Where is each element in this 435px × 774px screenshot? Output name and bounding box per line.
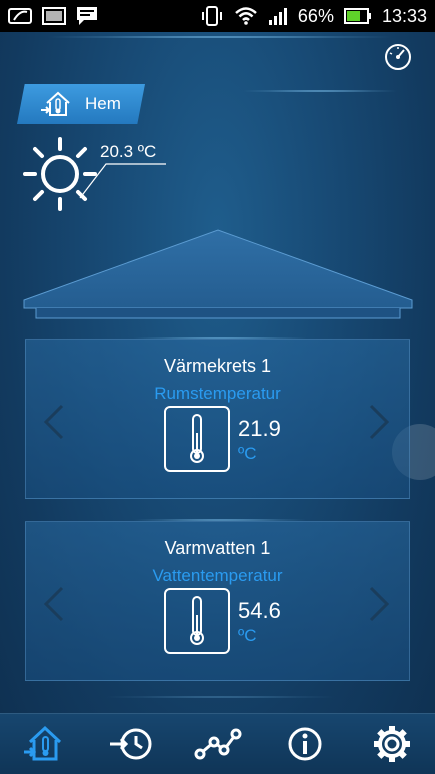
outdoor-temperature: 20.3 ºC [100,142,157,161]
thermometer-icon [190,414,204,463]
nav-statistics[interactable] [193,719,243,769]
settings-icon [373,726,410,762]
wifi-icon [234,6,258,26]
vibrate-icon [200,6,224,26]
heating-circuit-panel[interactable]: Värmekrets 1 Rumstemperatur 21.9 ºC [25,339,410,499]
status-bar-time: 13:33 [381,5,427,26]
leaf-icon [8,6,32,26]
nav-history[interactable] [106,719,156,769]
nav-home[interactable] [19,719,69,769]
panel-title: Varmvatten 1 [164,538,271,558]
home-tab[interactable]: Hem [17,84,145,124]
nav-info[interactable] [280,719,330,769]
gauge-button[interactable] [383,42,413,72]
history-icon [109,728,151,760]
chevron-right-icon[interactable] [367,586,391,622]
glow-line [100,696,340,698]
home-thermometer-icon [41,91,70,116]
info-icon [288,727,321,761]
panel-subtitle: Rumstemperatur [154,384,281,403]
status-bar-right: 66% 13:33 [200,6,427,27]
glow-line [40,36,400,38]
temperature-unit: ºC [238,444,257,463]
graph-icon [194,728,241,760]
thermometer-icon [190,596,204,645]
home-tab-label: Hem [85,94,121,113]
temperature-pointer-line [79,163,166,199]
nav-settings[interactable] [367,719,417,769]
status-bar: 66% 13:33 [0,0,435,32]
glow-line [240,90,400,92]
chevron-left-icon[interactable] [42,586,66,622]
bottom-navigation [0,713,435,774]
status-bar-left [8,6,98,26]
message-icon [76,6,98,26]
temperature-value: 21.9 [238,416,281,441]
panel-title: Värmekrets 1 [163,356,272,376]
gauge-icon [385,44,411,70]
chevron-left-icon[interactable] [42,404,66,440]
signal-icon [268,6,288,26]
image-icon [42,6,66,26]
house-roof [23,229,413,319]
thermometer-icon-box [164,406,230,472]
panel-subtitle: Vattentemperatur [152,566,283,585]
app-screen: 66% 13:33 Hem 20.3 ºC Värmekrets 1 Rumst… [0,0,435,774]
battery-icon [343,7,372,25]
home-icon [23,725,61,761]
temperature-value: 54.6 [238,598,281,623]
battery-percentage: 66% [297,5,334,26]
hot-water-panel[interactable]: Varmvatten 1 Vattentemperatur 54.6 ºC [25,521,410,681]
chevron-right-icon[interactable] [367,404,391,440]
thermometer-icon-box [164,588,230,654]
temperature-unit: ºC [238,626,257,645]
